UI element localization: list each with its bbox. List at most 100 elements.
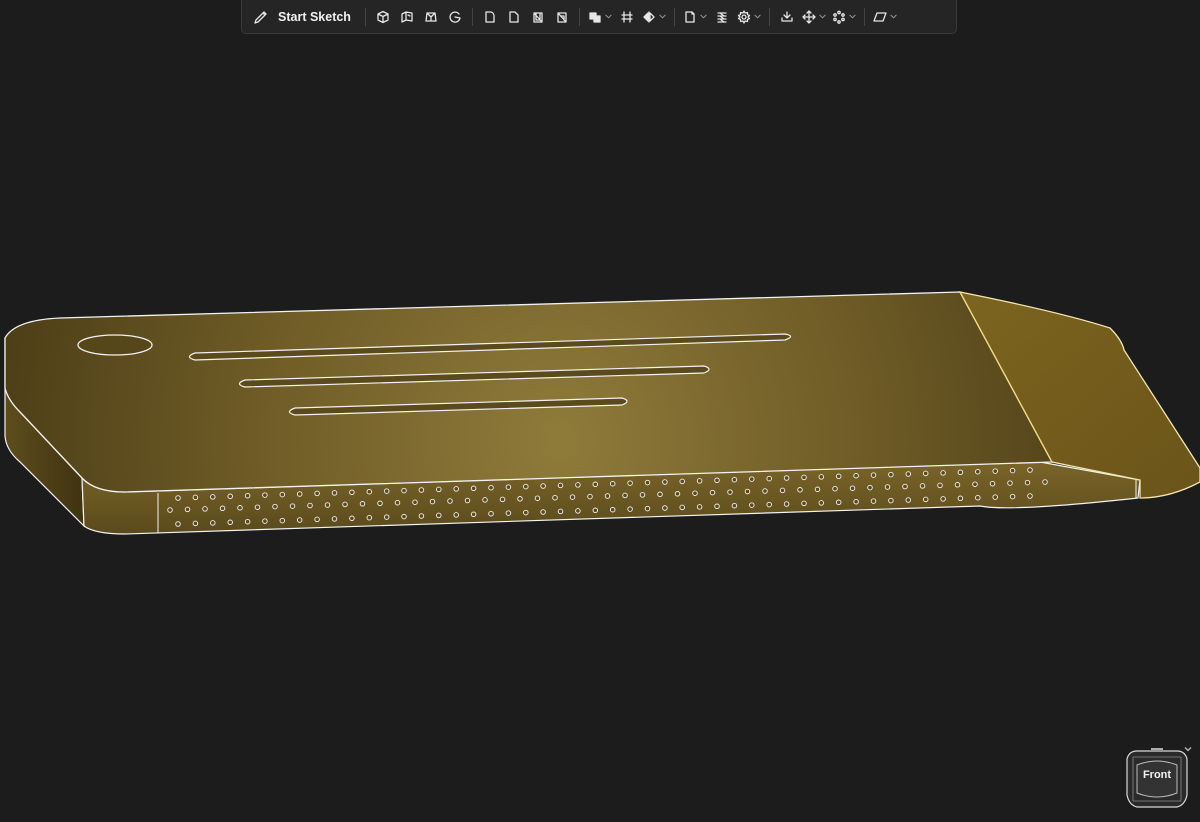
grip-dot	[1024, 479, 1031, 486]
grip-dot	[627, 506, 633, 512]
import-button[interactable]	[776, 4, 798, 30]
grip-dot	[818, 474, 825, 480]
grip-dot	[192, 520, 199, 527]
grip-dot	[279, 491, 286, 498]
grip-dot	[644, 505, 651, 512]
grip-dot	[557, 482, 564, 489]
grip-dot	[592, 507, 599, 514]
grip-dot	[679, 478, 685, 485]
chevron-down-icon	[700, 14, 707, 19]
grip-dot	[639, 492, 646, 498]
grip-dot	[499, 496, 506, 503]
grip-dot	[766, 501, 772, 508]
toolbar-divider	[364, 7, 366, 26]
move-dropdown[interactable]	[800, 4, 828, 30]
grip-dot	[940, 470, 946, 476]
toolbar-divider	[471, 7, 473, 26]
grip-dot	[227, 519, 233, 526]
grip-dot	[905, 497, 912, 503]
grip-dot	[488, 484, 494, 491]
grip-dot	[227, 493, 233, 500]
grip-dot	[870, 498, 877, 504]
grip-dot	[523, 509, 529, 516]
grip-dot	[470, 511, 477, 518]
grip-dot	[975, 494, 981, 501]
grip-dot	[692, 490, 698, 496]
grip-dot	[674, 491, 681, 497]
parallelogram-dropdown[interactable]	[871, 4, 899, 30]
grip-dot	[992, 468, 998, 474]
draft-button[interactable]	[551, 4, 573, 30]
extrude-button[interactable]	[372, 4, 394, 30]
grip-dot	[244, 492, 251, 499]
grip-dot	[731, 476, 738, 483]
grip-dot	[714, 477, 720, 484]
gear-dropdown[interactable]	[735, 4, 763, 30]
grip-dot	[401, 513, 407, 520]
grip-dot	[244, 518, 251, 525]
grip-dot	[972, 481, 978, 487]
boolean-dropdown[interactable]	[586, 4, 614, 30]
grip-dot	[517, 496, 523, 502]
grip-dot	[453, 512, 459, 518]
chevron-down-icon	[1184, 747, 1192, 752]
grip-dot	[289, 503, 296, 509]
chamfer-button[interactable]	[503, 4, 525, 30]
toolbar-divider	[578, 7, 580, 26]
grip-dot	[175, 495, 181, 501]
grip-dot	[482, 497, 488, 503]
grip-dot	[905, 471, 912, 477]
grip-dot	[210, 494, 216, 500]
shell-button[interactable]	[527, 4, 549, 30]
grip-dot	[192, 494, 199, 501]
grip-dot	[1009, 467, 1016, 474]
plane-dropdown[interactable]	[681, 4, 709, 30]
chevron-down-icon	[819, 14, 826, 19]
chevron-down-icon	[890, 14, 897, 19]
grip-dot	[679, 504, 685, 511]
view-cube-front-label[interactable]: Front	[1123, 769, 1191, 781]
grip-dot	[657, 491, 663, 498]
grip-dot	[835, 499, 842, 506]
mirror-dropdown[interactable]	[640, 4, 668, 30]
view-cube-menu-button[interactable]	[1183, 741, 1193, 752]
split-icon	[621, 10, 633, 23]
extrude-icon	[377, 10, 389, 23]
grip-dot	[418, 487, 425, 493]
grip-dot	[377, 500, 383, 507]
move-icon	[802, 9, 816, 24]
grip-dot	[919, 483, 926, 489]
grip-dot	[801, 474, 807, 481]
chevron-down-icon	[659, 14, 666, 19]
grip-dot	[453, 486, 459, 492]
grip-dot	[888, 497, 894, 504]
revolve-button[interactable]	[396, 4, 418, 30]
fillet-button[interactable]	[479, 4, 501, 30]
grip-dot	[366, 488, 373, 495]
sweep-icon	[449, 11, 461, 23]
grip-dot	[575, 508, 581, 514]
split-button[interactable]	[616, 4, 638, 30]
grip-dot	[766, 475, 772, 482]
revolve-icon	[401, 10, 413, 23]
start-sketch-button[interactable]: Start Sketch	[243, 4, 359, 30]
loft-button[interactable]	[420, 4, 442, 30]
grip-dot	[957, 495, 964, 502]
grip-dot	[505, 510, 512, 516]
sweep-button[interactable]	[444, 4, 466, 30]
pattern-dropdown[interactable]	[830, 4, 858, 30]
grip-dot	[523, 483, 529, 490]
grip-dot	[464, 497, 471, 504]
grip-dot	[552, 494, 558, 501]
3d-viewport[interactable]	[0, 40, 1200, 822]
grip-dot	[609, 480, 616, 487]
grip-dot	[749, 502, 755, 508]
grip-dot	[714, 503, 720, 510]
feature-toolbar: Start Sketch	[241, 0, 957, 34]
cutting-board-model[interactable]	[4, 291, 1200, 535]
grip-dot	[627, 480, 633, 486]
grip-dot	[540, 483, 546, 489]
helix-button[interactable]	[711, 4, 733, 30]
grip-dot	[167, 507, 173, 513]
grip-dot	[436, 512, 442, 519]
